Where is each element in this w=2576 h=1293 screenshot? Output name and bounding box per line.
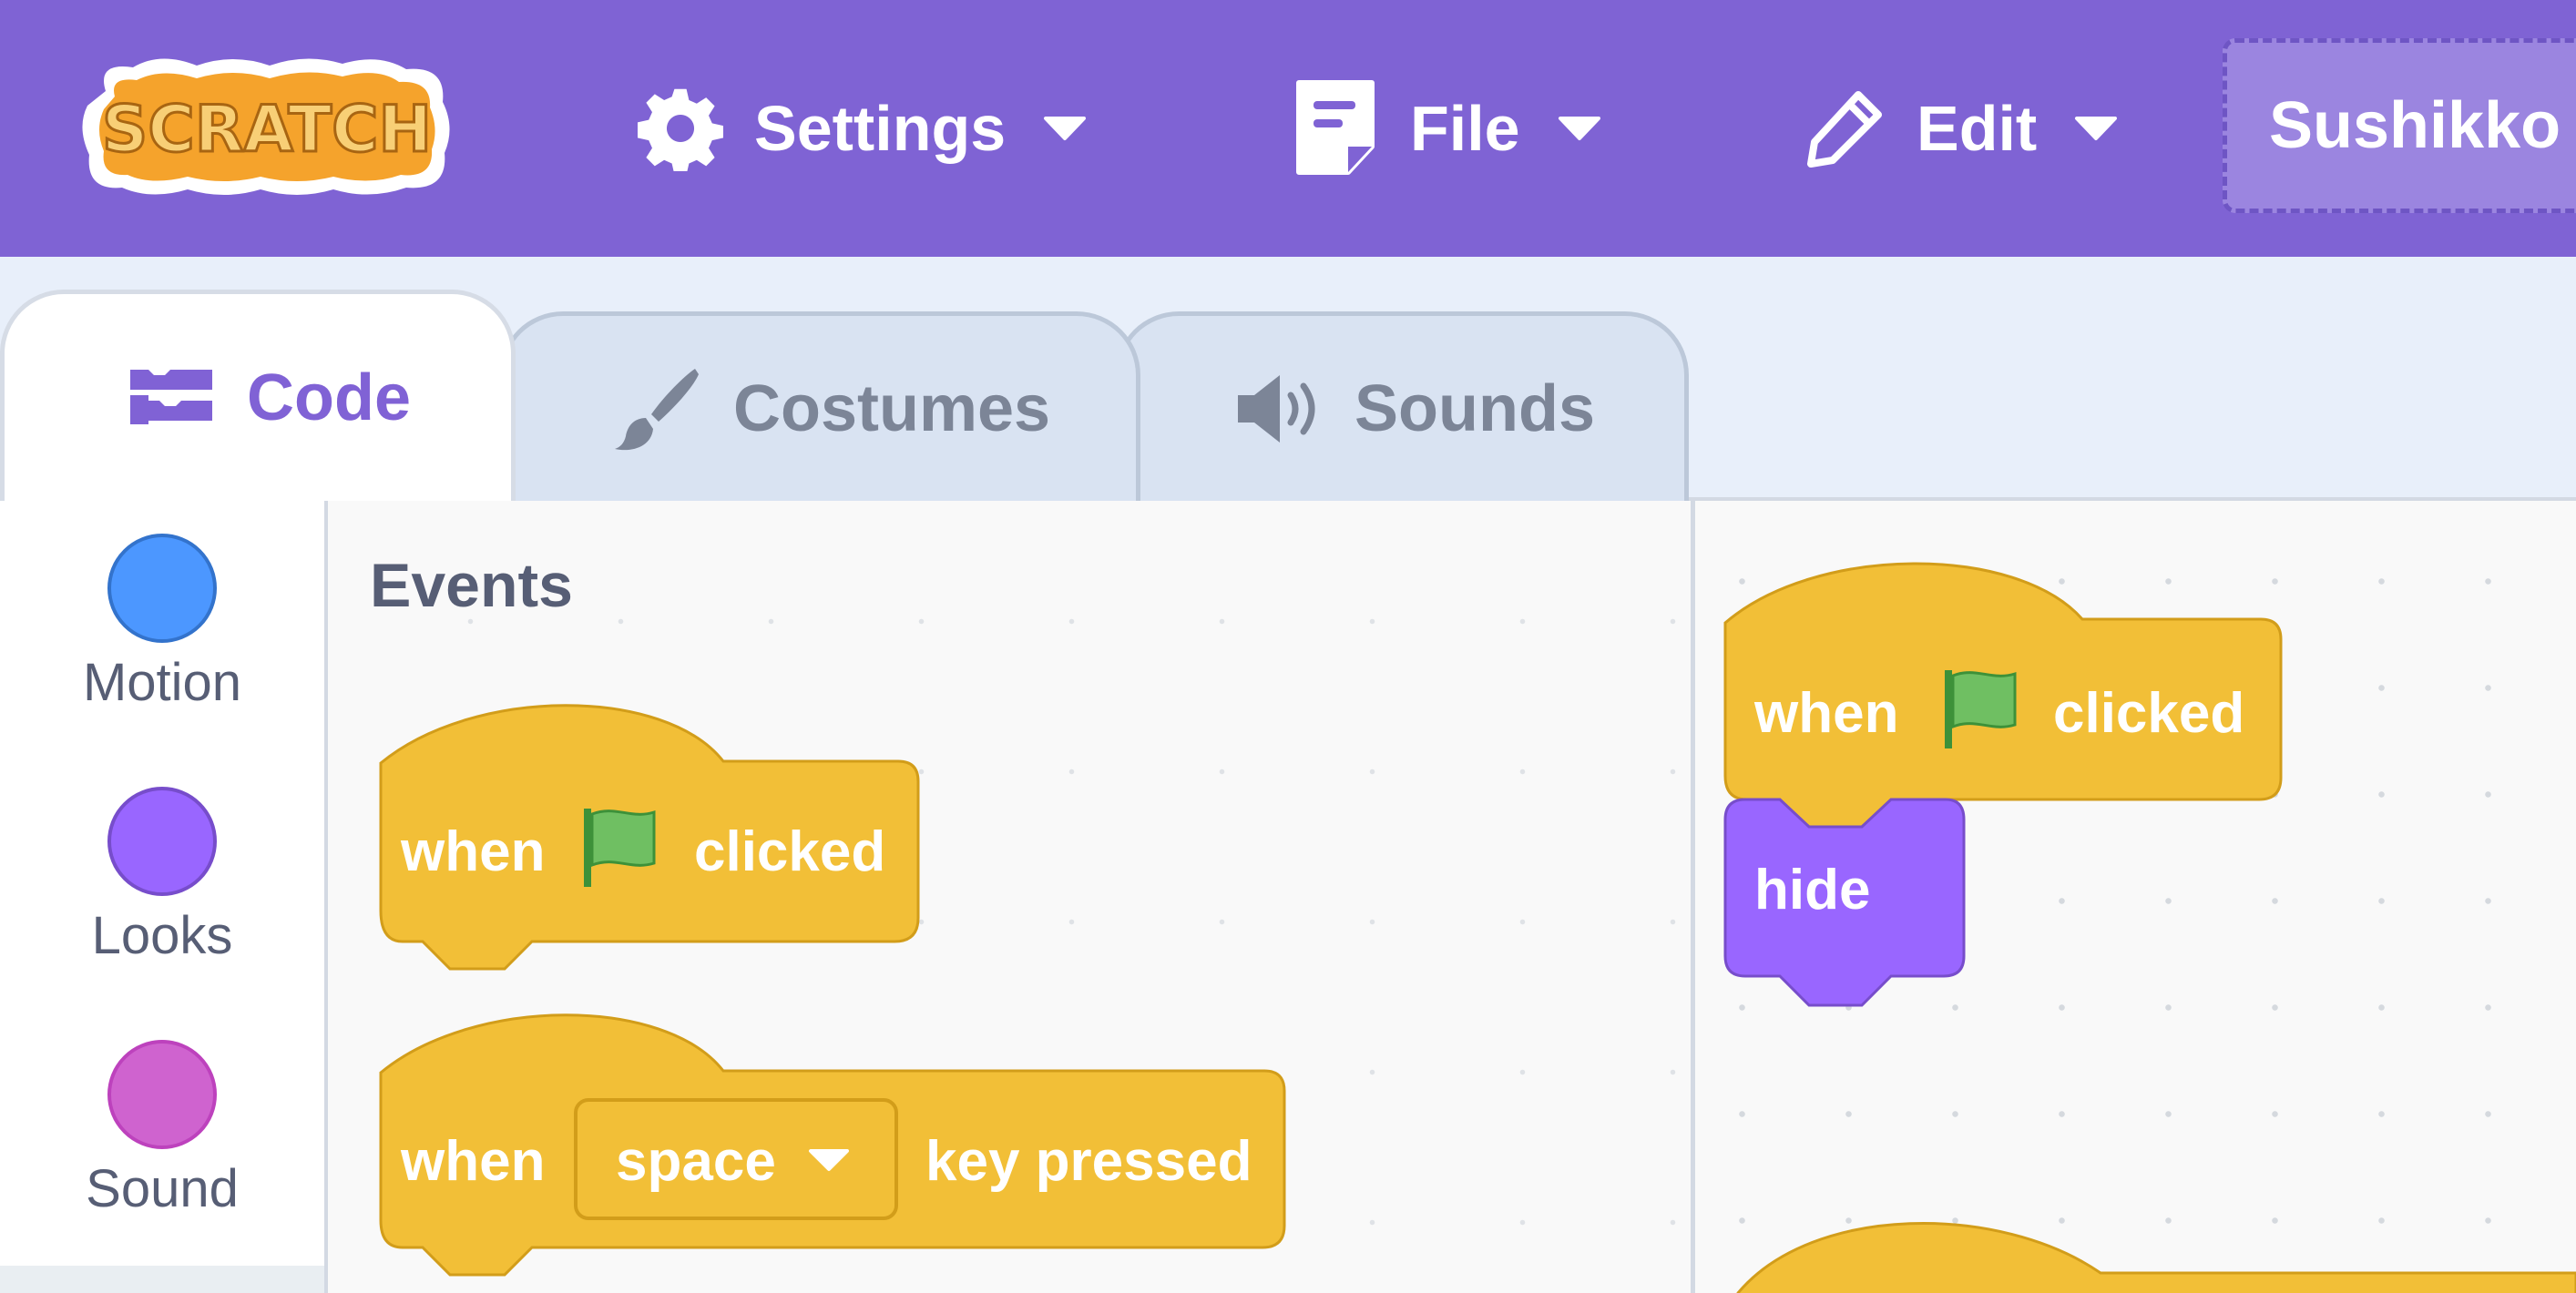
palette-when-key-pressed-block[interactable]: when space key pressed [379,1013,1286,1277]
palette-when-flag-clicked-block[interactable]: when clicked [379,704,920,971]
paintbrush-icon [615,368,699,450]
blocks-layer: when clicked when space key pressed when… [379,562,2576,1293]
block-word-clicked: clicked [2053,682,2244,745]
script-when-flag-clicked-block[interactable]: when clicked [1723,562,2283,829]
block-word-when: when [400,820,545,883]
key-dropdown-value: space [616,1130,776,1193]
tab-sounds[interactable]: Sounds [1115,311,1689,501]
speaker-icon [1238,374,1315,443]
block-word-when: when [400,1130,545,1193]
tab-code-label: Code [247,361,411,434]
block-word-clicked: clicked [694,820,885,883]
block-word-hide: hide [1754,859,1870,921]
script-partial-hat-block[interactable] [1736,1222,2576,1293]
code-icon [130,369,212,424]
block-word-key-pressed: key pressed [925,1130,1252,1193]
tab-costumes[interactable]: Costumes [499,311,1140,501]
script-hide-block[interactable]: hide [1723,798,1966,1007]
tab-sounds-label: Sounds [1354,372,1595,445]
block-word-when: when [1753,682,1898,745]
tab-costumes-label: Costumes [733,372,1051,445]
key-dropdown[interactable]: space [574,1098,898,1220]
tab-code[interactable]: Code [0,290,516,501]
